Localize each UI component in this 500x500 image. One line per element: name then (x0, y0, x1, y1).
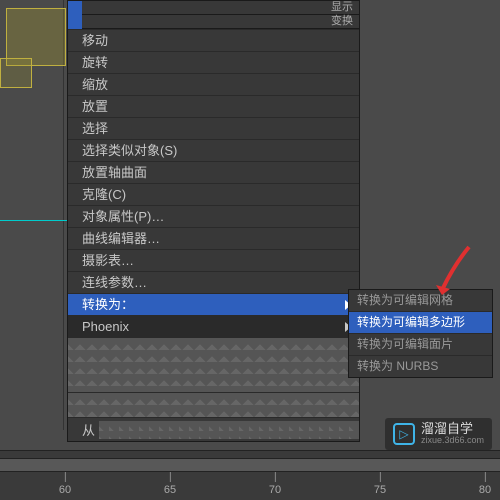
menu-header-2: 变换 (68, 15, 359, 29)
menu-item-convert-to[interactable]: 转换为： (68, 293, 359, 315)
timeline-ticks: 60 65 70 75 80 (0, 472, 500, 500)
context-menu[interactable]: 显示 变换 移动 旋转 缩放 放置 选择 选择类似对象(S) 放置轴曲面 克隆(… (67, 0, 360, 442)
timeline-tick: 65 (164, 484, 176, 496)
selection-rectangle-small (0, 58, 32, 88)
menu-item-convert-to-label: 转换为： (82, 297, 134, 312)
axis-line (0, 220, 75, 221)
menu-item-clone[interactable]: 克隆(C) (68, 183, 359, 205)
watermark-en: zixue.3d66.com (421, 436, 484, 446)
timeline-tick: 60 (59, 484, 71, 496)
submenu-item-editable-patch[interactable]: 转换为可编辑面片 (349, 333, 492, 355)
menu-item-place-pivot-surface[interactable]: 放置轴曲面 (68, 161, 359, 183)
menu-item-select[interactable]: 选择 (68, 117, 359, 139)
menu-header-label-1: 显示 (82, 1, 359, 15)
menu-item-dope-sheet[interactable]: 摄影表… (68, 249, 359, 271)
submenu-item-editable-mesh[interactable]: 转换为可编辑网格 (349, 290, 492, 311)
timeline-tick: 70 (269, 484, 281, 496)
submenu-item-nurbs[interactable]: 转换为 NURBS (349, 355, 492, 377)
convert-submenu[interactable]: 转换为可编辑网格 转换为可编辑多边形 转换为可编辑面片 转换为 NURBS (348, 289, 493, 378)
menu-item-move[interactable]: 移动 (68, 29, 359, 51)
menu-item-curve-editor[interactable]: 曲线编辑器… (68, 227, 359, 249)
menu-item-from-prefix: 从 (68, 418, 99, 441)
menu-header-label-2: 变换 (82, 15, 359, 29)
blurred-area (68, 337, 359, 392)
menu-item-phoenix[interactable]: Phoenix (68, 315, 359, 337)
submenu-item-editable-poly[interactable]: 转换为可编辑多边形 (349, 311, 492, 333)
blurred-area-2 (68, 392, 359, 417)
timeline-tick: 80 (479, 484, 491, 496)
watermark-text: 溜溜自学 zixue.3d66.com (421, 422, 484, 446)
menu-header-accent (68, 1, 82, 15)
timeline-tick: 75 (374, 484, 386, 496)
menu-item-place[interactable]: 放置 (68, 95, 359, 117)
menu-item-rotate[interactable]: 旋转 (68, 51, 359, 73)
menu-header: 显示 (68, 1, 359, 15)
menu-item-blurred-row[interactable]: 从 (68, 417, 359, 441)
watermark-logo-icon: ▷ (393, 423, 415, 445)
watermark-cn: 溜溜自学 (421, 422, 484, 436)
timeline[interactable]: 60 65 70 75 80 (0, 450, 500, 500)
menu-item-wire-parameters[interactable]: 连线参数… (68, 271, 359, 293)
blurred-inline (99, 421, 359, 439)
watermark: ▷ 溜溜自学 zixue.3d66.com (385, 418, 492, 450)
menu-item-phoenix-label: Phoenix (82, 319, 129, 334)
menu-item-select-similar[interactable]: 选择类似对象(S) (68, 139, 359, 161)
timeline-track[interactable] (0, 458, 500, 472)
menu-item-scale[interactable]: 缩放 (68, 73, 359, 95)
menu-item-object-properties[interactable]: 对象属性(P)… (68, 205, 359, 227)
menu-header-accent-2 (68, 15, 82, 29)
